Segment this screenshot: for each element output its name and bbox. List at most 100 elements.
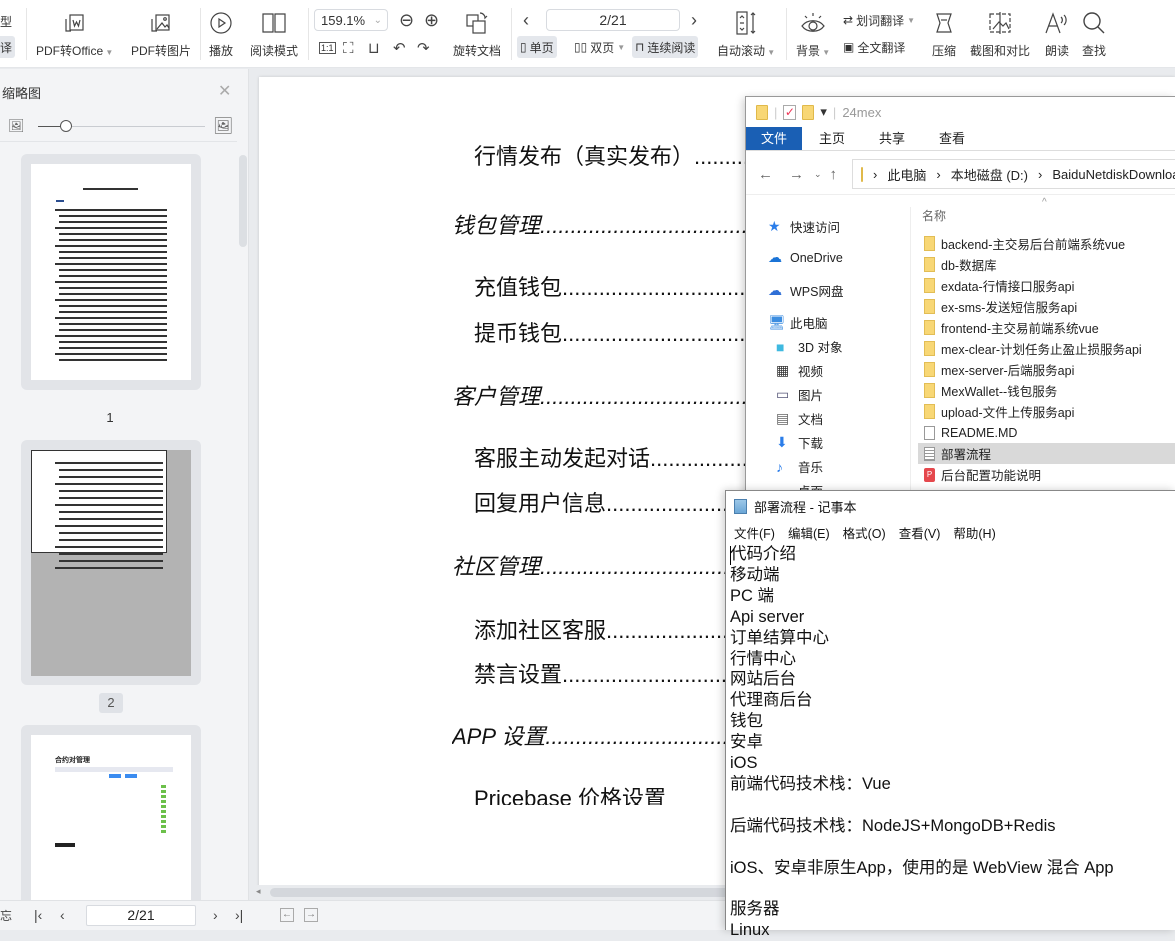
notepad-menu-item[interactable]: 文件(F) [734, 523, 775, 543]
file-item[interactable]: 部署流程 [918, 443, 1175, 464]
file-item[interactable]: frontend-主交易前端系统vue [918, 317, 1175, 338]
read-aloud-button[interactable]: 朗读 [1044, 10, 1070, 59]
last-page-icon[interactable]: ›| [235, 907, 243, 923]
file-item[interactable]: P 后台配置功能说明 [918, 464, 1175, 485]
toolbar-partial-top[interactable]: 型 [0, 10, 15, 32]
nav-item-label: 视频 [798, 365, 824, 379]
file-item[interactable]: exdata-行情接口服务api [918, 275, 1175, 296]
ribbon-tab-2[interactable]: 共享 [862, 127, 922, 150]
file-item[interactable]: README.MD [918, 422, 1175, 443]
prev-page-icon[interactable]: ‹ [60, 907, 65, 923]
fit-page-button[interactable]: ⛶ [340, 37, 357, 59]
background-button[interactable]: 背景 ▼ [796, 10, 830, 59]
explorer-titlebar: | ✓ ▾ | 24mex [746, 97, 1175, 127]
rotate-left-button[interactable]: ↶ [390, 37, 409, 59]
rotate-right-button[interactable]: ↷ [414, 37, 433, 59]
new-folder-icon[interactable] [802, 104, 815, 120]
file-item[interactable]: mex-server-后端服务api [918, 359, 1175, 380]
next-page-button[interactable]: › [688, 9, 700, 31]
breadcrumb-item[interactable]: 此电脑 [887, 165, 926, 184]
large-image-icon[interactable]: 🖼 [213, 116, 233, 136]
forward-icon[interactable]: → [304, 908, 318, 922]
nav-item[interactable]: 🖥 此电脑 [768, 313, 828, 332]
file-item[interactable]: backend-主交易后台前端系统vue [918, 233, 1175, 254]
small-image-icon[interactable]: 🖼 [8, 118, 25, 134]
properties-icon[interactable]: ✓ [783, 104, 797, 120]
file-item[interactable]: ex-sms-发送短信服务api [918, 296, 1175, 317]
prev-page-button[interactable]: ‹ [520, 9, 532, 31]
file-item[interactable]: MexWallet--钱包服务 [918, 380, 1175, 401]
rotate-document-button[interactable]: 旋转文档 [453, 10, 501, 59]
back-arrow-icon[interactable]: ← [758, 166, 773, 183]
file-item[interactable]: upload-文件上传服务api [918, 401, 1175, 422]
nav-item[interactable]: ▭ 图片 [776, 385, 823, 404]
screenshot-compare-button[interactable]: 截图和对比 [970, 10, 1030, 59]
sidebar-scrollbar[interactable] [239, 155, 247, 247]
zoom-select[interactable]: 159.1% ⌄ [314, 9, 388, 31]
file-item[interactable]: mex-clear-计划任务止盈止损服务api [918, 338, 1175, 359]
recent-dropdown-icon[interactable]: ⌄ [814, 169, 822, 180]
actual-size-button[interactable]: 1:1 [316, 37, 339, 59]
thumbnail-toc-line [59, 490, 163, 492]
zoom-in-button[interactable]: ⊕ [421, 9, 442, 31]
slider-handle[interactable] [60, 120, 72, 132]
find-button[interactable]: 查找 [1082, 10, 1106, 59]
full-translate-button[interactable]: ▣ 全文翻译 [840, 36, 908, 58]
nav-item[interactable]: ■ 3D 对象 [776, 337, 842, 356]
file-item[interactable]: db-数据库 [918, 254, 1175, 275]
nav-item[interactable]: ♪ 音乐 [776, 457, 823, 476]
notepad-menu-item[interactable]: 帮助(H) [953, 523, 995, 543]
thumbnail-toc-line [59, 221, 167, 223]
nav-item[interactable]: ▤ 文档 [776, 409, 823, 428]
continuous-read-button[interactable]: ⊓ 连续阅读 [632, 36, 699, 58]
pdf-to-image-button[interactable]: PDF转图片 [131, 10, 191, 59]
back-icon[interactable]: ← [280, 908, 294, 922]
fit-width-button[interactable]: ⊔ [365, 37, 383, 59]
text-caret [730, 546, 731, 565]
horizontal-scrollbar[interactable]: ◂ [250, 885, 730, 900]
nav-item[interactable]: ⬇ 下载 [776, 433, 823, 452]
toolbar-partial-bottom[interactable]: 译 [0, 36, 16, 58]
compress-button[interactable]: 压缩 [932, 10, 956, 59]
first-page-icon[interactable]: |‹ [34, 907, 42, 923]
thumbnail-size-slider[interactable]: 🖼 🖼 [8, 117, 233, 137]
zoom-out-button[interactable]: ⊖ [396, 9, 417, 31]
ribbon-tab-0[interactable]: 文件 [746, 127, 803, 150]
thumbnail-page-2[interactable] [21, 440, 201, 685]
thumbnail-page-1[interactable] [21, 154, 201, 390]
name-column-header[interactable]: 名称 [922, 207, 946, 224]
forward-arrow-icon[interactable]: → [789, 166, 804, 183]
address-bar[interactable]: › 此电脑 › 本地磁盘 (D:) › BaiduNetdiskDownload [852, 159, 1175, 189]
nav-item[interactable]: ☁ WPS网盘 [768, 281, 843, 300]
page-number-input[interactable]: 2/21 [86, 905, 196, 926]
actual-size-icon: 1:1 [319, 42, 336, 54]
breadcrumb-item[interactable]: BaiduNetdiskDownload [1052, 167, 1175, 182]
page-number-input[interactable]: 2/21 [546, 9, 680, 31]
notepad-text-area[interactable]: 代码介绍 移动端 PC 端 Api server 订单结算中心 行情中心 网站后… [730, 544, 1170, 941]
ribbon-tab-1[interactable]: 主页 [802, 127, 862, 150]
thumbnail-toc-line [55, 317, 167, 319]
double-page-button[interactable]: ▯▯ 双页 ▼ [571, 36, 628, 58]
navigation-pane: ★ 快速访问 ☁ OneDrive ☁ WPS网盘 🖥 此电脑 ■ 3D 对象 ▦ 视频 ▭ 图片 ▤ 文档 ⬇… [746, 207, 911, 499]
notepad-menu-item[interactable]: 查看(V) [899, 523, 941, 543]
play-button[interactable]: 播放 [209, 10, 233, 59]
read-mode-button[interactable]: 阅读模式 [250, 10, 298, 59]
breadcrumb-item[interactable]: 本地磁盘 (D:) [951, 165, 1028, 184]
next-page-icon[interactable]: › [213, 907, 218, 923]
close-icon[interactable]: ✕ [218, 81, 231, 101]
ribbon-tab-3[interactable]: 查看 [922, 127, 982, 150]
notepad-menu-item[interactable]: 编辑(E) [788, 523, 830, 543]
nav-item[interactable]: ★ 快速访问 [768, 217, 840, 236]
thumbnail-page-3[interactable]: 合约对管理 [21, 725, 201, 925]
file-explorer-window: | ✓ ▾ | 24mex 文件 主页 共享 查看 ← → ⌄ ↑ › 此电脑 › 本地磁盘 … [745, 96, 1175, 499]
notepad-menu-item[interactable]: 格式(O) [843, 523, 886, 543]
auto-scroll-button[interactable]: 自动滚动 ▼ [717, 10, 775, 59]
single-page-button[interactable]: ▯ 单页 [517, 36, 557, 58]
label: 全文翻译 [857, 40, 906, 55]
word-translate-button[interactable]: ⇄ 划词翻译 ▼ [840, 9, 918, 31]
nav-item[interactable]: ☁ OneDrive [768, 249, 843, 266]
quick-access-dropdown-icon[interactable]: ▾ [820, 104, 827, 120]
up-arrow-icon[interactable]: ↑ [830, 166, 838, 183]
pdf-to-office-button[interactable]: PDF转Office ▼ [36, 10, 113, 59]
nav-item[interactable]: ▦ 视频 [776, 361, 823, 380]
